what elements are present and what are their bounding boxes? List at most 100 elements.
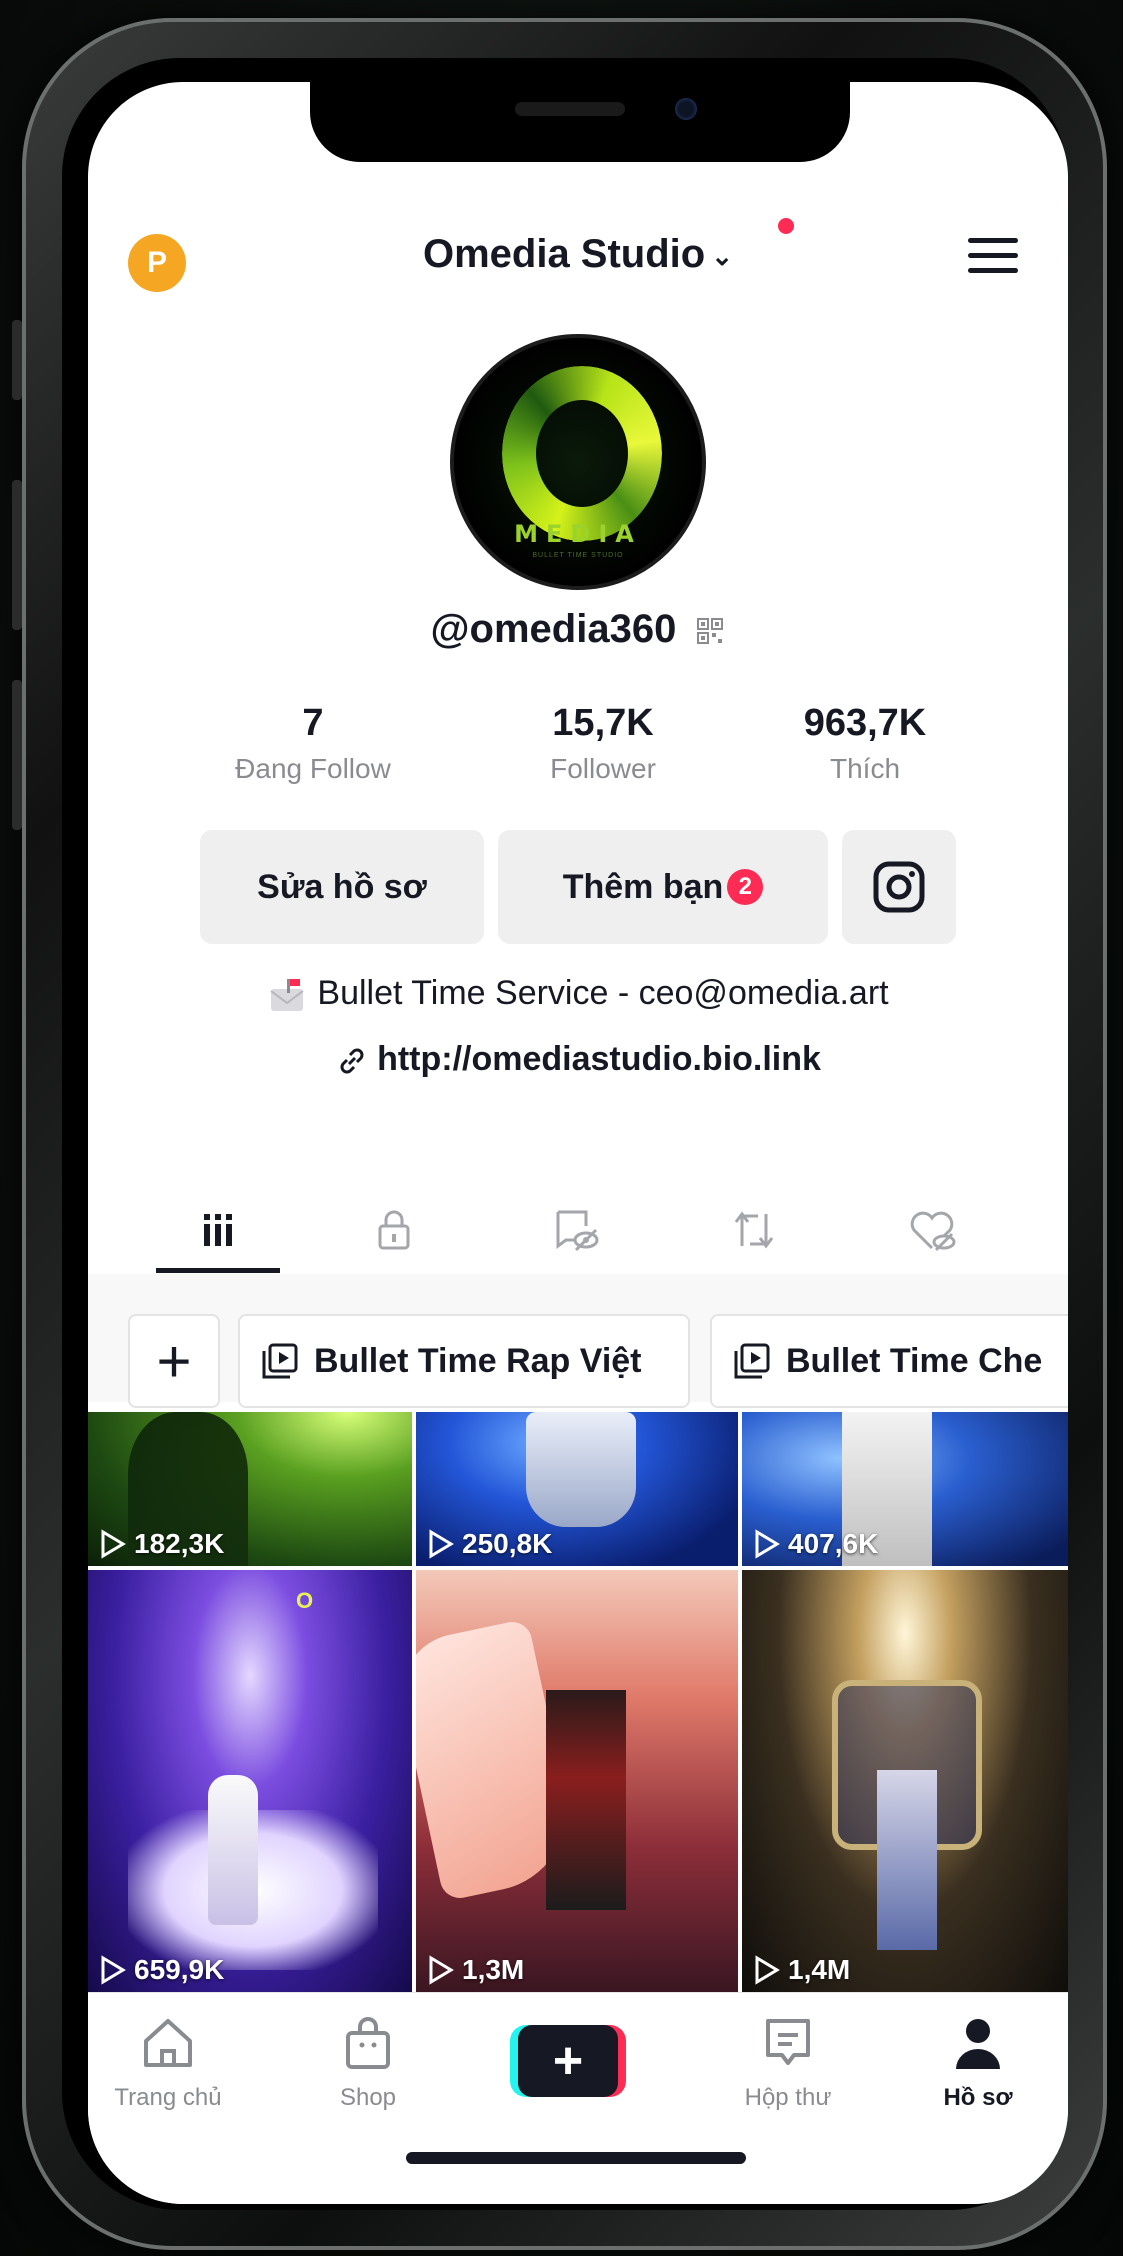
nav-label: Hộp thư — [744, 2084, 832, 2111]
stat-following[interactable]: 7 Đang Follow — [203, 702, 423, 785]
repost-icon — [734, 1211, 774, 1249]
qr-code-icon[interactable] — [695, 616, 725, 646]
username: @omedia360 — [430, 607, 677, 651]
play-icon — [101, 1529, 126, 1559]
active-tab-indicator — [156, 1268, 280, 1273]
stat-value: 15,7K — [552, 702, 654, 744]
tab-liked[interactable] — [872, 1200, 992, 1260]
view-count-text: 407,6K — [788, 1528, 879, 1559]
edit-profile-label: Sửa hồ sơ — [257, 867, 427, 906]
omedia-logo-ring — [502, 366, 662, 541]
view-count: 1,4M — [754, 1954, 850, 1986]
edit-profile-button[interactable]: Sửa hồ sơ — [200, 830, 484, 944]
play-icon — [429, 1955, 454, 1985]
account-switcher[interactable]: Omedia Studio ⌄ — [88, 232, 1068, 277]
playlist-icon — [262, 1343, 298, 1379]
view-count: 250,8K — [428, 1528, 552, 1560]
stat-label: Đang Follow — [235, 753, 391, 784]
view-count-text: 182,3K — [134, 1528, 225, 1559]
avatar[interactable]: MEDIA BULLET TIME STUDIO — [450, 334, 706, 590]
profile-icon — [956, 2019, 1000, 2069]
hidden-posts-icon — [556, 1210, 599, 1252]
video-thumbnail[interactable]: 1,4M — [742, 1570, 1068, 1992]
menu-icon[interactable] — [968, 238, 1018, 278]
view-count-text: 1,3M — [462, 1954, 525, 1985]
video-thumbnail[interactable]: 250,8K — [416, 1412, 738, 1566]
stat-value: 963,7K — [803, 702, 927, 744]
play-icon — [755, 1955, 780, 1985]
view-count: 407,6K — [754, 1528, 878, 1560]
home-indicator[interactable] — [406, 2152, 746, 2164]
nav-home[interactable]: Trang chủ — [88, 2015, 248, 2112]
nav-shop[interactable]: Shop — [288, 2015, 448, 2112]
view-count-text: 659,9K — [134, 1954, 225, 1985]
playlist-label: Bullet Time Rap Việt — [314, 1341, 642, 1380]
notification-dot — [778, 218, 794, 234]
nav-profile[interactable]: Hồ sơ — [898, 2015, 1058, 2112]
avatar-logo-text: MEDIA — [514, 520, 642, 548]
account-name: Omedia Studio — [422, 232, 706, 276]
stat-label: Thích — [829, 753, 901, 784]
bio-row: Bullet Time Service - ceo@omedia.art — [88, 974, 1068, 1015]
phone-side-button — [12, 320, 22, 400]
instagram-button[interactable] — [842, 830, 956, 944]
stat-value: 7 — [302, 702, 324, 744]
nav-inbox[interactable]: Hộp thư — [708, 2015, 868, 2112]
playlist-chip[interactable]: Bullet Time Rap Việt — [238, 1314, 690, 1408]
stat-label: Follower — [550, 753, 656, 784]
playlist-chip[interactable]: Bullet Time Che — [710, 1314, 1068, 1408]
tab-private[interactable] — [334, 1200, 454, 1260]
view-count: 659,9K — [100, 1954, 224, 1986]
tab-reposts[interactable] — [694, 1200, 814, 1260]
bio-text: Bullet Time Service - ceo@omedia.art — [317, 974, 889, 1012]
view-count-text: 250,8K — [462, 1528, 553, 1559]
notch — [310, 82, 850, 162]
tab-videos[interactable] — [158, 1200, 278, 1260]
video-thumbnail[interactable]: 182,3K — [88, 1412, 412, 1566]
nav-label: Hồ sơ — [943, 2084, 1013, 2111]
phone-screen: P Omedia Studio ⌄ MEDIA BULLET TIME STUDI… — [88, 82, 1068, 2204]
liked-hidden-icon — [910, 1211, 956, 1252]
instagram-icon — [873, 861, 925, 913]
grid-icon — [204, 1214, 232, 1246]
chevron-down-icon: ⌄ — [711, 240, 734, 271]
video-thumbnail[interactable]: 407,6K — [742, 1412, 1068, 1566]
add-playlist-button[interactable]: + — [128, 1314, 220, 1408]
performer-silhouette — [546, 1690, 626, 1910]
username-row: @omedia360 — [88, 607, 1068, 652]
play-icon — [755, 1529, 780, 1559]
profile-link[interactable]: http://omediastudio.bio.link — [88, 1040, 1068, 1079]
add-friends-badge: 2 — [727, 869, 764, 905]
play-icon — [429, 1529, 454, 1559]
add-friends-button[interactable]: Thêm bạn 2 — [498, 830, 828, 944]
speaker — [515, 102, 625, 116]
nav-label: Trang chủ — [114, 2084, 222, 2111]
stat-likes[interactable]: 963,7K Thích — [755, 702, 975, 785]
view-count: 1,3M — [428, 1954, 524, 1986]
phone-volume-up — [12, 480, 22, 630]
link-icon — [340, 1048, 364, 1074]
inbox-icon — [766, 2019, 810, 2065]
front-camera — [675, 98, 697, 120]
avatar-logo-tagline: BULLET TIME STUDIO — [532, 552, 624, 559]
play-icon — [101, 1955, 126, 1985]
view-count-text: 1,4M — [788, 1954, 851, 1985]
mailbox-icon — [270, 979, 305, 1012]
nav-label: Shop — [339, 2084, 397, 2111]
shop-icon — [346, 2017, 390, 2069]
profile-link-text: http://omediastudio.bio.link — [377, 1040, 821, 1078]
playlist-label: Bullet Time Che — [786, 1341, 1043, 1380]
lock-icon — [378, 1210, 410, 1250]
tab-favorites-hidden[interactable] — [516, 1200, 636, 1260]
add-friends-label: Thêm bạn — [562, 867, 724, 906]
video-thumbnail[interactable]: O 659,9K — [88, 1570, 412, 1992]
home-icon — [144, 2019, 192, 2067]
performer-silhouette — [526, 1412, 636, 1527]
watermark-logo: O — [296, 1588, 314, 1613]
video-thumbnail[interactable]: 1,3M — [416, 1570, 738, 1992]
stat-followers[interactable]: 15,7K Follower — [493, 702, 713, 785]
create-button[interactable]: + — [510, 2025, 626, 2097]
performer-silhouette — [208, 1775, 258, 1925]
phone-volume-down — [12, 680, 22, 830]
playlist-icon — [734, 1343, 770, 1379]
